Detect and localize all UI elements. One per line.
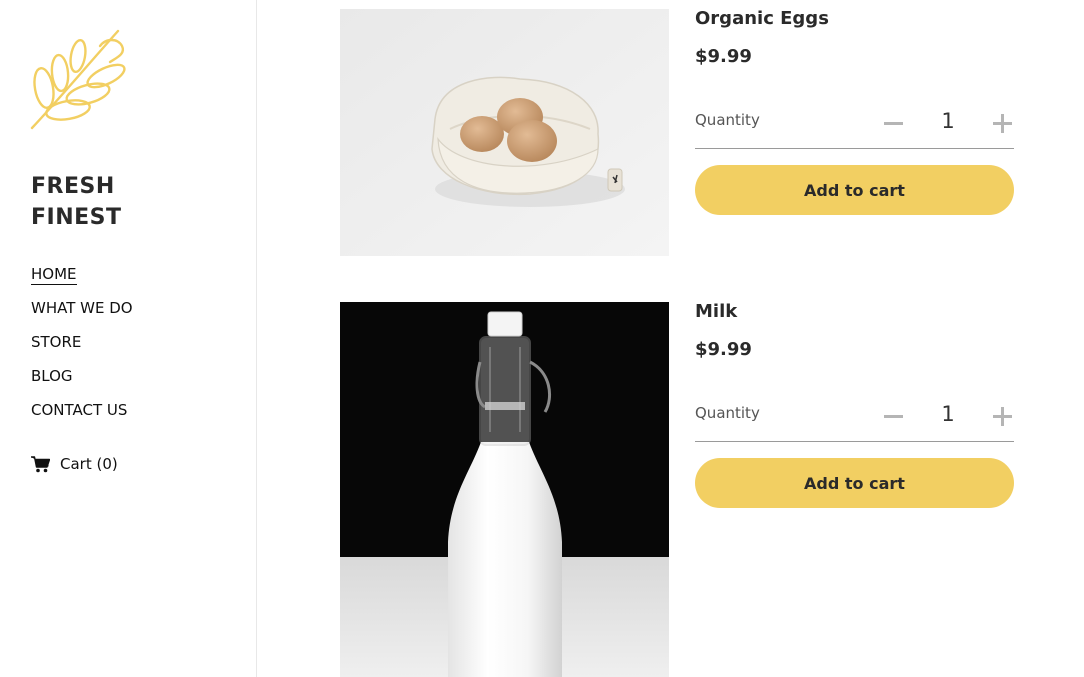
product-price: $9.99	[695, 339, 752, 360]
shopping-cart-icon	[31, 455, 50, 472]
plus-icon[interactable]	[991, 111, 1015, 135]
quantity-input[interactable]: 1	[931, 402, 965, 426]
brand-line-2: FINEST	[31, 205, 122, 230]
add-to-cart-button[interactable]: Add to cart	[695, 165, 1014, 215]
nav-item-label: HOME	[31, 265, 77, 285]
nav-item-home[interactable]: HOME	[31, 262, 133, 296]
cart-label: Cart (0)	[60, 455, 118, 473]
brand-name[interactable]: FRESH FINEST	[31, 171, 231, 233]
product-name[interactable]: Milk	[695, 302, 737, 322]
product-price: $9.99	[695, 46, 752, 67]
product-card-milk: Milk $9.99 Quantity 1 Add to cart	[340, 302, 1040, 677]
plus-icon[interactable]	[991, 404, 1015, 428]
minus-icon[interactable]	[882, 111, 906, 135]
product-image-eggs[interactable]	[340, 9, 669, 256]
wheat-logo-icon[interactable]	[30, 28, 134, 130]
main-nav: HOME WHAT WE DO STORE BLOG CONTACT US	[31, 262, 133, 432]
quantity-row: Quantity 1	[695, 398, 1014, 442]
quantity-row: Quantity 1	[695, 105, 1014, 149]
product-card-organic-eggs: Organic Eggs $9.99 Quantity 1 Add to car…	[340, 9, 1040, 256]
quantity-label: Quantity	[695, 111, 760, 129]
nav-item-label: STORE	[31, 333, 82, 351]
product-name[interactable]: Organic Eggs	[695, 9, 829, 29]
nav-item-label: WHAT WE DO	[31, 299, 133, 317]
nav-item-label: BLOG	[31, 367, 73, 385]
nav-item-what-we-do[interactable]: WHAT WE DO	[31, 296, 133, 330]
nav-item-store[interactable]: STORE	[31, 330, 133, 364]
add-to-cart-button[interactable]: Add to cart	[695, 458, 1014, 508]
sidebar: FRESH FINEST HOME WHAT WE DO STORE BLOG …	[0, 0, 257, 677]
minus-icon[interactable]	[882, 404, 906, 428]
brand-line-1: FRESH	[31, 174, 115, 199]
nav-item-label: CONTACT US	[31, 401, 128, 419]
nav-item-contact-us[interactable]: CONTACT US	[31, 398, 133, 432]
nav-item-blog[interactable]: BLOG	[31, 364, 133, 398]
cart-link[interactable]: Cart (0)	[31, 455, 118, 473]
quantity-label: Quantity	[695, 404, 760, 422]
quantity-input[interactable]: 1	[931, 109, 965, 133]
product-image-milk[interactable]	[340, 302, 669, 677]
